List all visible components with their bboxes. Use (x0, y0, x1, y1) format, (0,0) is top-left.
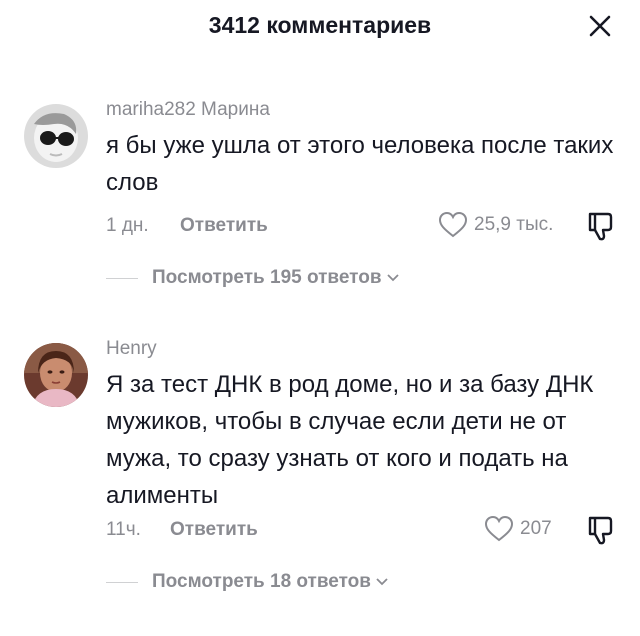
comment-text: я бы уже ушла от этого человека после та… (106, 132, 614, 196)
comment-time: 1 дн. (106, 215, 149, 236)
like-button[interactable]: 25,9 тыс. (438, 211, 553, 239)
like-button[interactable]: 207 (484, 515, 552, 543)
heart-icon (484, 515, 514, 542)
avatar[interactable] (24, 343, 88, 407)
comment-time: 11ч. (106, 519, 141, 540)
view-replies-button[interactable]: Посмотреть 18 ответов (106, 571, 389, 593)
dislike-button[interactable] (584, 210, 616, 247)
view-replies-label: Посмотреть 18 ответов (152, 571, 371, 592)
comments-count-title: 3412 комментариев (208, 12, 432, 38)
reply-button[interactable]: Ответить (180, 215, 268, 237)
divider (106, 581, 138, 583)
close-button[interactable] (584, 10, 616, 42)
thumbs-down-icon (588, 212, 613, 241)
comments-header: 3412 комментариев (0, 0, 640, 58)
like-count: 25,9 тыс. (474, 214, 554, 235)
avatar[interactable] (24, 104, 88, 168)
comment-username[interactable]: mariha282 Марина (106, 99, 270, 121)
comment-username[interactable]: Henry (106, 338, 157, 360)
thumbs-down-icon (588, 516, 613, 545)
view-replies-label: Посмотреть 195 ответов (152, 267, 382, 288)
chevron-down-icon (376, 578, 388, 586)
close-icon (589, 15, 611, 37)
dislike-button[interactable] (584, 514, 616, 551)
like-count: 207 (520, 518, 552, 539)
view-replies-button[interactable]: Посмотреть 195 ответов (106, 267, 400, 289)
divider (106, 277, 138, 279)
heart-icon (438, 211, 468, 238)
comment-text: Я за тест ДНК в род доме, но и за базу Д… (106, 371, 594, 509)
chevron-down-icon (386, 274, 399, 282)
reply-button[interactable]: Ответить (170, 519, 258, 541)
